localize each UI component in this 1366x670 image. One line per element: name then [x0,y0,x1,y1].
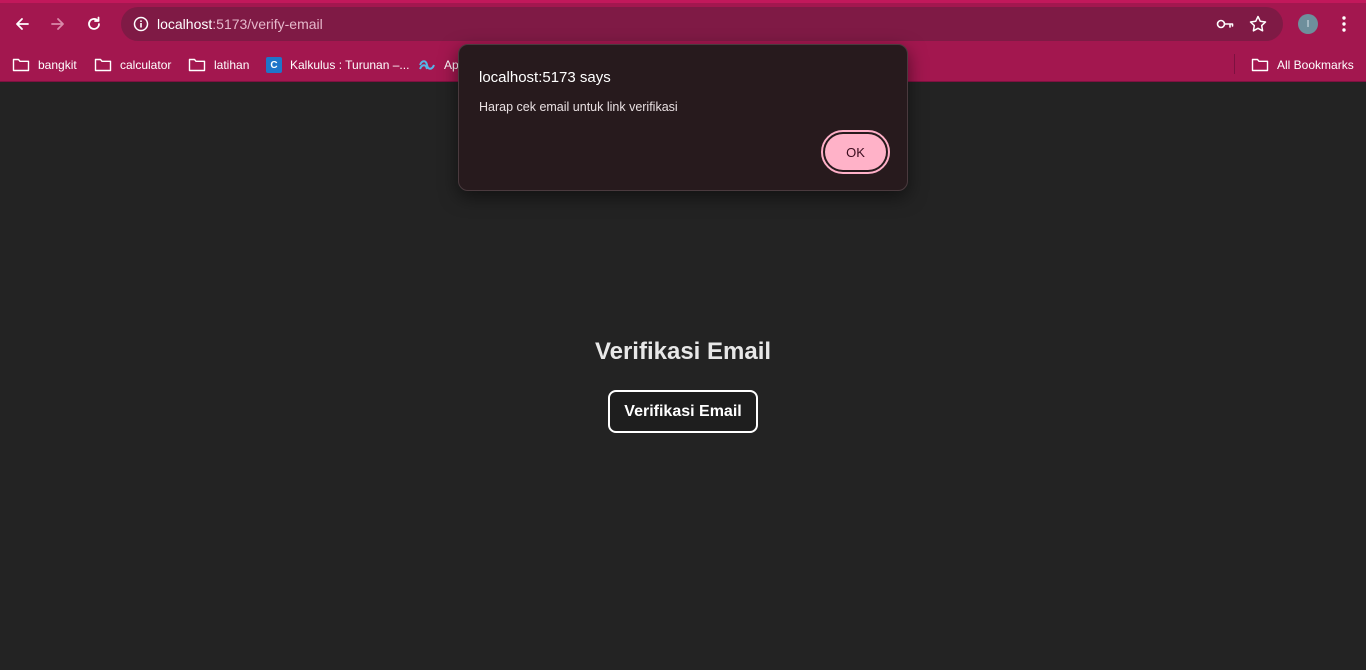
bookmarks-divider [1234,54,1235,74]
url-path: :5173/verify-email [212,16,323,32]
dialog-title: localhost:5173 says [479,69,611,86]
bookmark-latihan[interactable]: latihan [188,53,249,77]
back-button[interactable] [8,10,36,38]
browser-toolbar: localhost:5173/verify-email I [0,0,1366,48]
arrow-left-icon [16,18,29,30]
bookmark-label: calculator [120,58,172,72]
password-key-button[interactable] [1215,14,1235,34]
url-host: localhost [157,16,213,32]
address-bar[interactable]: localhost:5173/verify-email [121,7,1283,41]
bookmark-bangkit[interactable]: bangkit [12,53,77,77]
url-text: localhost:5173/verify-email [157,16,323,32]
bookmark-calculator[interactable]: calculator [94,53,171,77]
ok-button-label: OK [825,134,886,170]
site-info-button[interactable] [129,12,153,36]
all-bookmarks-button[interactable]: All Bookmarks [1251,53,1354,77]
folder-icon [94,58,112,72]
bookmark-label: bangkit [38,58,77,72]
info-icon [133,16,149,32]
verify-email-button[interactable]: Verifikasi Email [608,390,758,433]
all-bookmarks-label: All Bookmarks [1277,58,1354,72]
kalkulus-favicon-icon: C [266,57,282,73]
folder-icon [188,58,206,72]
reload-button[interactable] [80,10,108,38]
tab-strip-accent [0,0,1366,3]
browser-menu-button[interactable] [1334,12,1354,36]
more-vertical-icon [1342,16,1346,32]
alert-dialog: localhost:5173 says Harap cek email untu… [458,44,908,191]
bookmark-label: latihan [214,58,250,72]
forward-button[interactable] [44,10,72,38]
page-title: Verifikasi Email [594,338,772,365]
key-icon [1216,19,1234,29]
folder-icon [1251,58,1269,72]
site-favicon-icon [419,60,435,70]
dialog-message: Harap cek email untuk link verifikasi [479,100,678,114]
ok-button[interactable]: OK [821,130,890,174]
reload-icon [88,16,100,30]
star-icon [1249,15,1267,32]
bookmark-star-button[interactable] [1248,14,1268,34]
profile-avatar[interactable]: I [1298,14,1318,34]
arrow-right-icon [51,18,64,30]
folder-icon [12,58,30,72]
bookmark-label: Kalkulus : Turunan –... [290,58,410,72]
bookmark-kalkulus[interactable]: C Kalkulus : Turunan –... [266,53,409,77]
